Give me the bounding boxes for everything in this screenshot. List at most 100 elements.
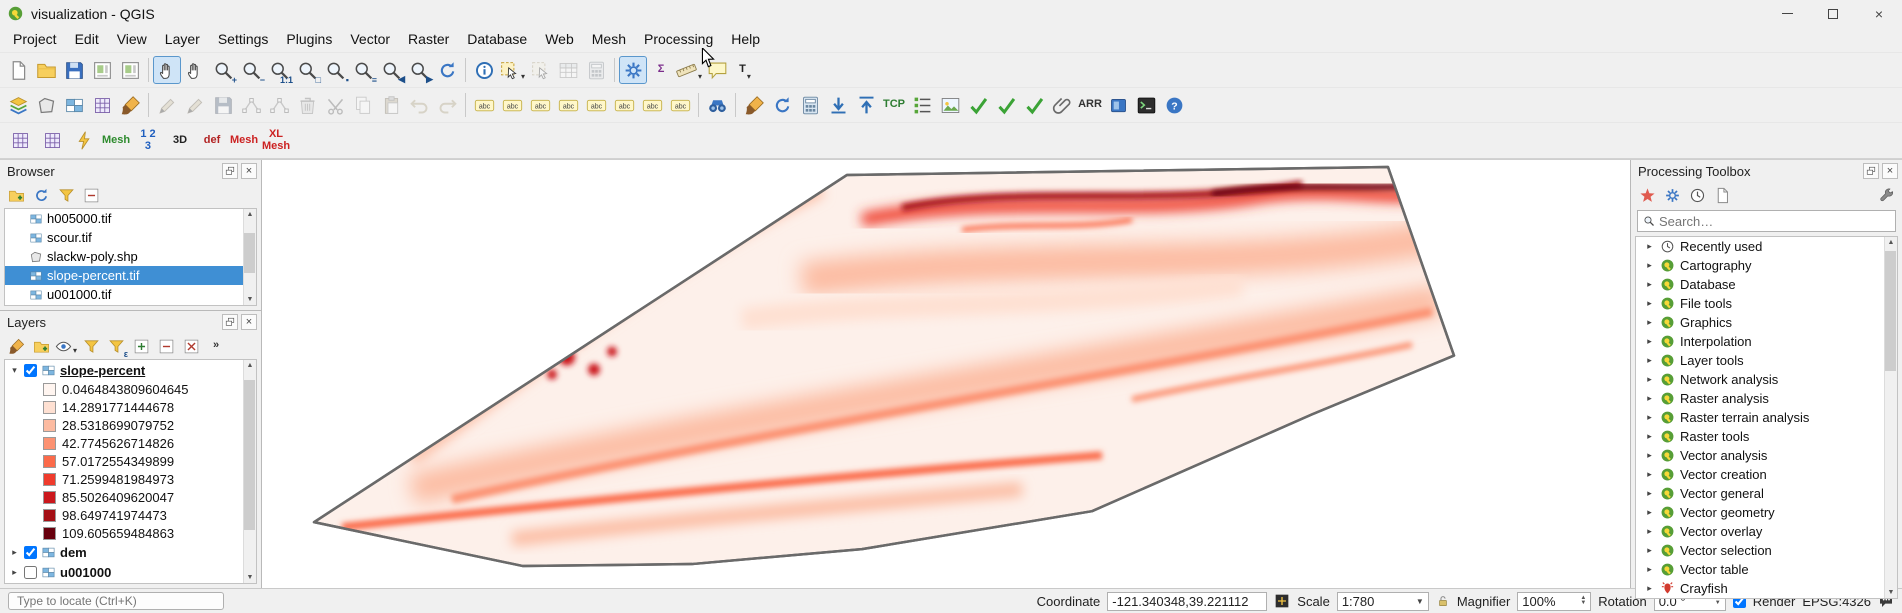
browser-scroll-thumb[interactable] — [244, 233, 255, 273]
lock-scale-icon[interactable] — [1436, 594, 1450, 608]
map-canvas[interactable] — [262, 160, 1630, 588]
crayfish-mesh-arrows-button[interactable]: Mesh — [100, 125, 132, 157]
layer-visibility-checkbox[interactable] — [24, 363, 37, 377]
scroll-up-icon[interactable]: ▲ — [1888, 239, 1895, 246]
maximize-button[interactable] — [1810, 0, 1856, 27]
menu-web[interactable]: Web — [536, 27, 583, 52]
processing-float-button[interactable] — [1863, 163, 1879, 179]
expand-arrow-icon[interactable]: ▸ — [1644, 488, 1655, 499]
processing-scroll-thumb[interactable] — [1885, 251, 1896, 371]
rotate-label-button[interactable] — [638, 91, 666, 119]
show-layout-manager-button[interactable] — [116, 56, 144, 84]
new-print-layout-button[interactable] — [88, 56, 116, 84]
processing-group[interactable]: ▸ Raster tools — [1636, 427, 1897, 446]
expand-all-button[interactable] — [129, 334, 153, 358]
move-label-button[interactable] — [610, 91, 638, 119]
layers-toolbar-overflow-button[interactable]: » — [204, 334, 228, 358]
processing-toolbox-toggle-button[interactable] — [619, 56, 647, 84]
expand-arrow-icon[interactable]: ▸ — [9, 547, 20, 558]
collapse-browser-button[interactable] — [79, 183, 103, 207]
expand-arrow-icon[interactable]: ▸ — [1644, 260, 1655, 271]
processing-group[interactable]: ▸ Database — [1636, 275, 1897, 294]
processing-group[interactable]: ▸ Vector table — [1636, 560, 1897, 579]
dropdown-caret-icon[interactable]: ▾ — [747, 72, 751, 84]
browser-close-button[interactable]: × — [241, 163, 257, 179]
zoom-out-button[interactable]: − — [237, 56, 265, 85]
refresh-map-button[interactable] — [433, 56, 461, 84]
pin-unpin-labels-button[interactable] — [554, 91, 582, 119]
menu-vector[interactable]: Vector — [341, 27, 399, 52]
menu-processing[interactable]: Processing — [635, 27, 722, 52]
magnifier-spinbox[interactable]: 100% ▲ ▼ — [1517, 591, 1592, 611]
processing-models-button[interactable] — [1635, 183, 1659, 207]
pan-to-selection-button[interactable] — [181, 56, 209, 84]
raster-calculator-button[interactable] — [796, 91, 824, 119]
zoom-in-button[interactable]: + — [209, 56, 237, 85]
scroll-up-icon[interactable]: ▲ — [247, 362, 254, 369]
processing-close-button[interactable]: × — [1882, 163, 1898, 179]
processing-group[interactable]: ▸ Raster analysis — [1636, 389, 1897, 408]
expand-arrow-icon[interactable]: ▸ — [1644, 298, 1655, 309]
mesh-calculator-button[interactable] — [36, 125, 68, 157]
menu-plugins[interactable]: Plugins — [277, 27, 341, 52]
processing-group[interactable]: ▸ Raster terrain analysis — [1636, 408, 1897, 427]
scroll-down-icon[interactable]: ▼ — [247, 296, 254, 303]
expand-arrow-icon[interactable]: ▸ — [1644, 374, 1655, 385]
processing-group[interactable]: ▸ Crayfish — [1636, 579, 1897, 598]
close-button[interactable]: × — [1856, 0, 1902, 27]
menu-project[interactable]: Project — [4, 27, 66, 52]
tcp-connection-button[interactable]: TCP — [880, 91, 908, 119]
layer-diagram-button[interactable] — [498, 91, 526, 119]
expand-arrow-icon[interactable]: ▸ — [1644, 450, 1655, 461]
crayfish-xl-mesh-button[interactable]: XL Mesh — [260, 125, 292, 157]
layers-close-button[interactable]: × — [241, 314, 257, 330]
mesh-dataset-button[interactable] — [68, 125, 100, 157]
layer-item[interactable]: ▸ u001000 — [5, 562, 256, 582]
open-layer-styling-panel-button[interactable] — [4, 334, 28, 358]
menu-settings[interactable]: Settings — [209, 27, 278, 52]
expand-arrow-icon[interactable]: ▸ — [1644, 317, 1655, 328]
processing-group[interactable]: ▸ Vector geometry — [1636, 503, 1897, 522]
check-geometries-button[interactable] — [964, 91, 992, 119]
expand-arrow-icon[interactable]: ▸ — [1644, 412, 1655, 423]
vertex-tool-button[interactable] — [265, 91, 293, 119]
reload-layer-button[interactable] — [768, 91, 796, 119]
open-attribute-table-button[interactable] — [554, 56, 582, 84]
processing-search-input[interactable] — [1659, 213, 1890, 229]
browser-item[interactable]: u001000.tif — [5, 285, 256, 304]
expand-arrow-icon[interactable]: ▸ — [1644, 336, 1655, 347]
export-layer-button[interactable] — [852, 91, 880, 119]
browser-item[interactable]: h005000.tif — [5, 209, 256, 228]
locate-input[interactable] — [8, 592, 224, 610]
expand-arrow-icon[interactable]: ▸ — [1644, 469, 1655, 480]
filter-legend-by-expression-button[interactable]: ε — [104, 334, 128, 359]
crayfish-3d-button[interactable]: 3D — [164, 125, 196, 157]
expand-arrow-icon[interactable]: ▸ — [1644, 507, 1655, 518]
current-edits-button[interactable] — [153, 91, 181, 119]
scroll-down-icon[interactable]: ▼ — [247, 574, 254, 581]
new-text-annotation-button[interactable]: T ▾ — [731, 56, 759, 84]
processing-results-button[interactable] — [1710, 183, 1734, 207]
processing-history-button[interactable] — [1685, 183, 1709, 207]
remove-layer-button[interactable] — [179, 334, 203, 358]
layer-item[interactable]: ▸ dem — [5, 542, 256, 562]
expand-arrow-icon[interactable]: ▸ — [1644, 564, 1655, 575]
menu-database[interactable]: Database — [458, 27, 536, 52]
manage-map-themes-button[interactable]: ▾ — [54, 334, 78, 358]
processing-group[interactable]: ▸ Network analysis — [1636, 370, 1897, 389]
filter-legend-button[interactable] — [79, 334, 103, 358]
export-map-image-button[interactable] — [936, 91, 964, 119]
expand-arrow-icon[interactable]: ▾ — [9, 365, 20, 376]
processing-group[interactable]: ▸ Recently used — [1636, 237, 1897, 256]
expand-arrow-icon[interactable]: ▸ — [1644, 393, 1655, 404]
processing-group[interactable]: ▸ File tools — [1636, 294, 1897, 313]
processing-group[interactable]: ▸ Vector creation — [1636, 465, 1897, 484]
layer-item[interactable]: ▾ slope-percent — [5, 360, 256, 380]
menu-view[interactable]: View — [108, 27, 156, 52]
menu-layer[interactable]: Layer — [156, 27, 209, 52]
processing-group[interactable]: ▸ Layer tools — [1636, 351, 1897, 370]
zoom-last-button[interactable]: ◀ — [377, 56, 405, 84]
scroll-down-icon[interactable]: ▼ — [1888, 589, 1895, 596]
scale-combo[interactable]: 1:780 ▼ — [1336, 591, 1429, 611]
help-contents-button[interactable] — [1160, 91, 1188, 119]
